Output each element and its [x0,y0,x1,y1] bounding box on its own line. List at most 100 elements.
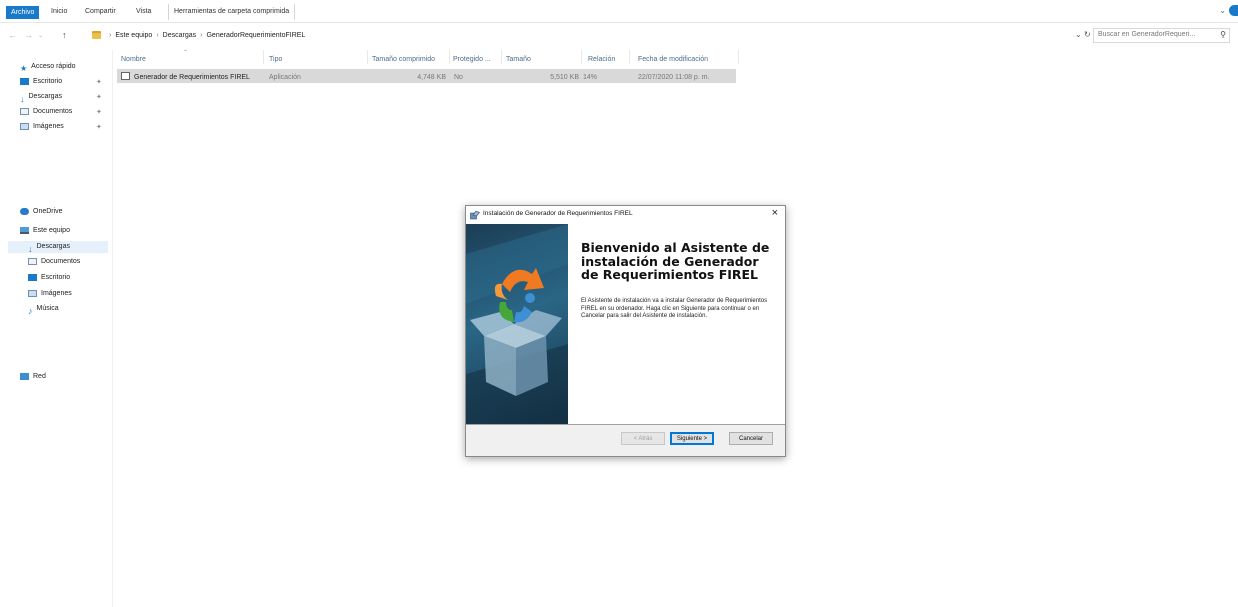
dialog-body: Bienvenido al Asistente de instalación d… [466,224,785,424]
sidebar-label: Documentos [41,258,81,265]
column-separator[interactable] [629,50,630,64]
file-size: 5,510 KB [550,74,579,81]
column-header-nombre[interactable]: Nombre [121,54,146,66]
cloud-icon [20,207,29,215]
breadcrumb-este-equipo[interactable]: Este equipo [115,32,152,39]
sidebar-item-este-equipo[interactable]: Este equipo [20,225,70,237]
sidebar-label: Red [33,373,46,380]
folder-icon [92,31,101,40]
sidebar-item-red[interactable]: Red [20,371,46,383]
tab-vista[interactable]: Vista [131,5,156,19]
sidebar-label: Escritorio [41,274,71,281]
close-icon[interactable]: × [772,207,778,219]
column-separator[interactable] [367,50,368,64]
file-modified: 22/07/2020 11:08 p. m. [638,74,710,81]
dialog-title: Instalación de Generador de Requerimient… [483,210,633,217]
ribbon: Archivo Inicio Compartir Vista Herramien… [0,0,1238,23]
sidebar-label: Documentos [33,108,73,115]
column-header-tamano-comprimido[interactable]: Tamaño comprimido [372,54,435,66]
sidebar-label: Imágenes [41,290,72,297]
next-button[interactable]: Siguiente > [670,432,714,445]
column-header-tipo[interactable]: Tipo [269,54,282,66]
tab-archivo[interactable]: Archivo [6,6,40,19]
sidebar-label: OneDrive [33,208,63,215]
navigation-pane [0,50,112,607]
address-bar[interactable]: › Este equipo › Descargas › GeneradorRequerim… [92,29,1072,43]
refresh-icon[interactable]: ↻ [1084,30,1091,39]
column-header-tamano[interactable]: Tamaño [506,54,531,66]
column-separator[interactable] [581,50,582,64]
pictures-icon [20,122,29,130]
column-separator[interactable] [263,50,264,64]
recent-locations-icon[interactable]: ⌄ [38,32,43,39]
pin-icon[interactable]: ✦ [96,78,102,86]
network-icon [20,372,29,380]
sidebar-item-imagenes[interactable]: Imágenes [20,121,64,133]
file-type: Aplicación [269,74,301,81]
dialog-separator [466,424,785,425]
pin-icon[interactable]: ✦ [96,93,102,101]
sidebar-label: Descargas [36,243,70,250]
column-separator[interactable] [449,50,450,64]
column-header-relacion[interactable]: Relación [588,54,615,66]
sidebar-label: Imágenes [33,123,64,130]
tab-compartir[interactable]: Compartir [80,5,121,19]
sidebar-item-descargas[interactable]: ↓ Descargas [20,91,62,104]
installer-icon [470,210,480,220]
help-icon[interactable] [1229,5,1238,16]
column-header-fecha[interactable]: Fecha de modificación [638,54,708,66]
pin-icon[interactable]: ✦ [96,123,102,131]
dialog-title-bar[interactable]: Instalación de Generador de Requerimient… [466,206,785,224]
column-separator[interactable] [738,50,739,64]
download-icon: ↓ [28,243,33,254]
wizard-heading: Bienvenido al Asistente de instalación d… [581,240,770,282]
file-protected: No [454,74,463,81]
search-placeholder: Buscar en GeneradorRequeri... [1098,31,1196,38]
navigation-bar: ← → ⌄ ↑ › Este equipo › Descargas › Generador… [0,28,1238,46]
breadcrumb-descargas[interactable]: Descargas [163,32,196,39]
address-dropdown-icon[interactable]: ⌄ [1075,30,1082,39]
forward-arrow-icon[interactable]: → [24,30,33,40]
search-icon[interactable]: ⚲ [1220,30,1226,39]
sidebar-item-pc-imagenes[interactable]: Imágenes [28,288,72,300]
breadcrumb-generador-folder[interactable]: GeneradorRequerimientoFIREL [206,32,305,39]
search-box[interactable]: Buscar en GeneradorRequeri... ⚲ [1093,28,1230,43]
chevron-down-icon[interactable]: ⌄ [1219,6,1226,15]
sidebar-item-pc-documentos[interactable]: Documentos [28,256,80,268]
sidebar-label: Música [36,305,59,312]
desktop-icon [20,77,29,85]
tab-inicio[interactable]: Inicio [46,5,72,19]
file-ratio: 14% [583,74,598,81]
music-icon: ♪ [28,305,33,316]
application-icon [121,72,130,80]
sort-ascending-icon: ⌃ [183,50,189,56]
wizard-description: El Asistente de instalación va a instala… [581,298,768,320]
sidebar-item-pc-musica[interactable]: ♪ Música [28,303,59,316]
chevron-right-icon: › [109,32,112,39]
back-button[interactable]: < Atrás [621,432,665,445]
sidebar-item-onedrive[interactable]: OneDrive [20,206,63,218]
sidebar-label: Escritorio [33,78,63,85]
back-arrow-icon[interactable]: ← [8,30,17,40]
file-compressed-size: 4,748 KB [417,74,446,81]
document-icon [20,107,29,115]
sidebar-item-escritorio[interactable]: Escritorio [20,76,62,88]
sidebar-item-pc-descargas[interactable]: ↓ Descargas [8,241,108,254]
sidebar-item-acceso-rapido[interactable]: ★ Acceso rápido [20,61,76,73]
desktop-icon [28,273,37,281]
setup-wizard-dialog: Instalación de Generador de Requerimient… [465,205,786,457]
column-separator[interactable] [501,50,502,64]
cancel-button[interactable]: Cancelar [729,432,773,445]
tab-herramientas-carpeta-comprimida[interactable]: Herramientas de carpeta comprimida [168,4,296,20]
column-header-protegido[interactable]: Protegido ... [453,54,491,66]
computer-icon [20,226,29,234]
open-box-puzzle-icon [466,224,568,424]
pin-icon[interactable]: ✦ [96,108,102,116]
download-icon: ↓ [20,93,25,104]
pictures-icon [28,289,37,297]
up-arrow-icon[interactable]: ↑ [62,30,67,40]
chevron-right-icon: › [200,32,203,39]
sidebar-item-pc-escritorio[interactable]: Escritorio [28,272,70,284]
chevron-right-icon: › [156,32,159,39]
sidebar-item-documentos[interactable]: Documentos [20,106,72,118]
